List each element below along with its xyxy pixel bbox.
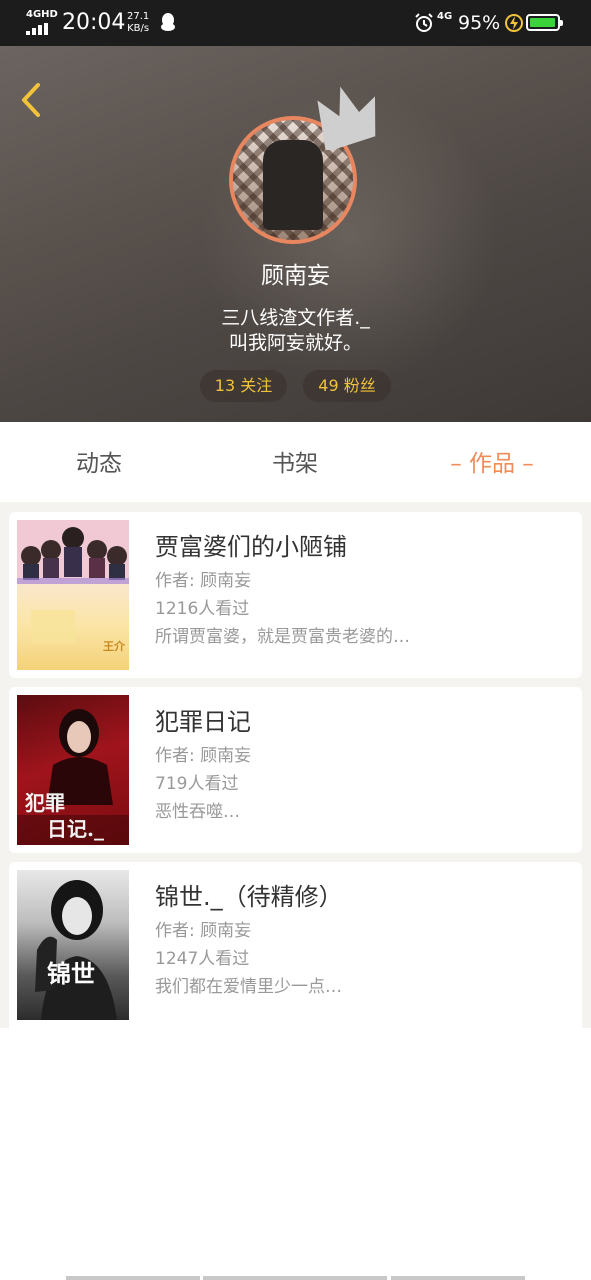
following-count-button[interactable]: 13 关注 (200, 370, 287, 402)
work-views: 1247人看过 (155, 949, 250, 969)
speed-value: 27.1 (127, 11, 150, 22)
tab-bookshelf[interactable]: 书架 (236, 422, 354, 502)
profile-tabs: 动态 书架 – 作品 – (0, 422, 591, 502)
profile-bio: 三八线渣文作者._ 叫我阿妄就好。 (0, 306, 591, 356)
cover-text-1: 犯罪 (25, 791, 65, 815)
work-views: 719人看过 (155, 774, 239, 794)
cover-text-2: 日记._ (47, 817, 104, 841)
book-cover: 王介 (17, 520, 129, 670)
works-list: 王介 贾富婆们的小陋铺 作者: 顾南妄 1216人看过 所谓贾富婆，就是贾富贵老… (0, 502, 591, 1028)
book-cover: 锦世 (17, 870, 129, 1020)
work-description: 所谓贾富婆，就是贾富贵老婆的… (155, 627, 410, 647)
tab-dynamic[interactable]: 动态 (40, 422, 158, 502)
work-author: 作者: 顾南妄 (155, 571, 252, 591)
home-indicator-left (66, 1276, 200, 1280)
work-description: 恶性吞噬… (155, 802, 240, 822)
profile-name: 顾南妄 (261, 263, 330, 289)
network-speed: 27.1 KB/s (127, 11, 149, 35)
work-author: 作者: 顾南妄 (155, 746, 252, 766)
cover-text: 锦世 (47, 959, 95, 988)
cover-text: 王介 (103, 640, 125, 653)
work-card[interactable]: 犯罪 日记._ 犯罪日记 作者: 顾南妄 719人看过 恶性吞噬… (9, 687, 582, 853)
work-title: 犯罪日记 (155, 708, 251, 736)
profile-header: 顾南妄 三八线渣文作者._ 叫我阿妄就好。 13 关注 49 粉丝 (0, 46, 591, 422)
book-cover: 犯罪 日记._ (17, 695, 129, 845)
tab-works[interactable]: – 作品 – (430, 422, 554, 502)
alarm-icon (415, 13, 433, 32)
work-card[interactable]: 锦世 锦世._（待精修） 作者: 顾南妄 1247人看过 我们都在爱情里少一点… (9, 862, 582, 1028)
charging-bolt-icon (505, 14, 523, 32)
battery-icon (526, 14, 563, 31)
work-views: 1216人看过 (155, 599, 250, 619)
home-indicator-right (391, 1276, 525, 1280)
qq-icon (161, 13, 175, 31)
work-title: 锦世._（待精修） (155, 883, 343, 911)
work-description: 我们都在爱情里少一点… (155, 977, 342, 997)
status-bar: 4GHD 20:04 27.1 KB/s 4G 95% (0, 0, 591, 46)
battery-percent: 95% (458, 12, 501, 34)
speed-unit: KB/s (127, 23, 150, 34)
bio-line-1: 三八线渣文作者._ (221, 307, 370, 329)
network-type: 4GHD (26, 9, 58, 20)
bio-line-2: 叫我阿妄就好。 (228, 332, 362, 354)
crown-icon (317, 86, 376, 150)
clock: 20:04 (62, 10, 126, 35)
network-type-secondary: 4G (437, 11, 453, 22)
back-arrow-icon[interactable] (14, 80, 48, 120)
signal-icon: 4GHD (26, 10, 58, 36)
home-indicator-center (203, 1276, 387, 1280)
fans-count-button[interactable]: 49 粉丝 (303, 370, 391, 402)
work-title: 贾富婆们的小陋铺 (155, 533, 347, 561)
work-author: 作者: 顾南妄 (155, 921, 252, 941)
work-card[interactable]: 王介 贾富婆们的小陋铺 作者: 顾南妄 1216人看过 所谓贾富婆，就是贾富贵老… (9, 512, 582, 678)
